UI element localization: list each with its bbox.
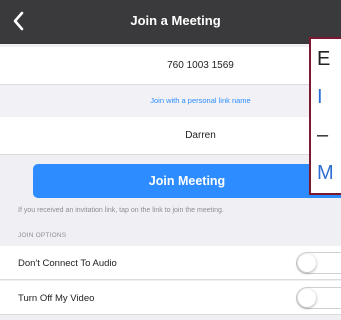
toggle-knob bbox=[298, 289, 316, 307]
join-meeting-button[interactable]: Join Meeting bbox=[33, 164, 341, 198]
personal-link-row: Join with a personal link name bbox=[0, 86, 341, 116]
navigation-bar: Join a Meeting bbox=[0, 0, 341, 44]
display-name-row[interactable]: Darren bbox=[0, 117, 341, 155]
overlay-text-line: – bbox=[317, 124, 329, 146]
join-with-personal-link[interactable]: Join with a personal link name bbox=[0, 96, 341, 105]
turn-off-video-toggle[interactable] bbox=[296, 287, 341, 309]
option-row-video: Turn Off My Video bbox=[0, 281, 341, 315]
overlay-text-line: E bbox=[317, 48, 331, 70]
option-label-video: Turn Off My Video bbox=[18, 293, 95, 304]
invitation-hint-text: If you received an invitation link, tap … bbox=[18, 207, 224, 214]
option-row-audio: Don't Connect To Audio bbox=[0, 246, 341, 280]
meeting-id-row[interactable]: 760 1003 1569 bbox=[0, 47, 341, 85]
join-meeting-screen: Join a Meeting 760 1003 1569 Join with a… bbox=[0, 0, 341, 320]
bottom-background bbox=[0, 316, 341, 320]
overlay-text-line: I bbox=[317, 86, 323, 108]
meeting-id-field[interactable]: 760 1003 1569 bbox=[0, 60, 341, 71]
overlay-text-line: M bbox=[317, 162, 334, 184]
dont-connect-audio-toggle[interactable] bbox=[296, 252, 341, 274]
join-options-header: JOIN OPTIONS bbox=[18, 232, 67, 239]
toggle-knob bbox=[298, 254, 316, 272]
option-label-audio: Don't Connect To Audio bbox=[18, 258, 117, 269]
overlay-callout-box: E I – M bbox=[309, 37, 341, 195]
display-name-field[interactable]: Darren bbox=[0, 117, 341, 155]
page-title: Join a Meeting bbox=[130, 13, 221, 28]
